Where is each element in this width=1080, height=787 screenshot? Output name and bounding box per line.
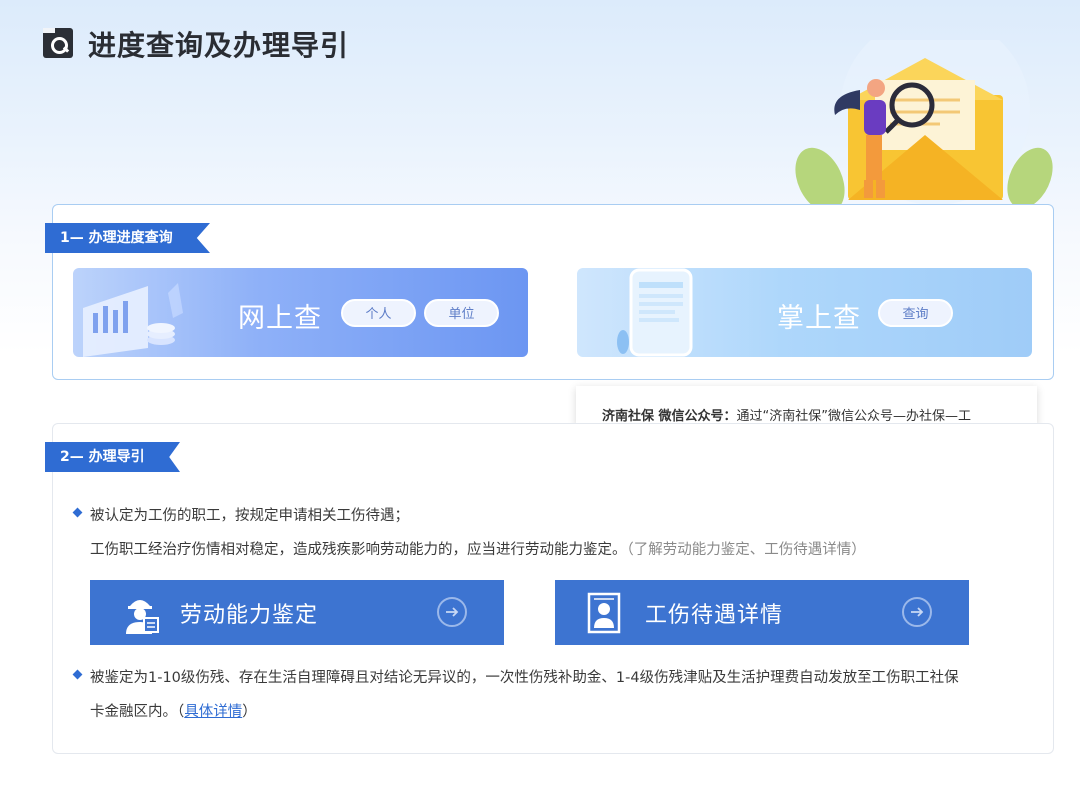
query-button[interactable]: 查询: [878, 299, 953, 327]
details-link[interactable]: 具体详情: [184, 704, 242, 720]
guide-text: ）: [242, 704, 257, 720]
page-title: 进度查询及办理导引: [88, 29, 350, 62]
guide-paragraph-1: 被认定为工伤的职工，按规定申请相关工伤待遇；: [90, 508, 409, 524]
section2-ribbon: 2— 办理导引: [45, 442, 180, 472]
guide-paragraph-4: 卡金融区内。（具体详情）: [90, 700, 257, 721]
worker-icon: [126, 600, 159, 634]
personal-button[interactable]: 个人: [341, 299, 416, 327]
guide-text: 工伤职工经治疗伤情相对稳定，造成残疾影响劳动能力的，应当进行劳动能力鉴定。: [90, 542, 627, 558]
ability-assessment-button[interactable]: 劳动能力鉴定: [90, 580, 504, 645]
dashboard-icon: [83, 283, 183, 357]
wechat-tooltip-text: 济南社保 微信公众号：通过“济南社保”微信公众号—办社保—工: [602, 405, 971, 424]
unit-button[interactable]: 单位: [424, 299, 499, 327]
search-document-icon: [43, 28, 73, 58]
arrow-right-icon: [902, 597, 932, 627]
online-query-title: 网上查: [238, 303, 322, 334]
ability-assessment-label: 劳动能力鉴定: [180, 603, 319, 628]
guide-paragraph-3: 被鉴定为1-10级伤残、存在生活自理障碍且对结论无异议的，一次性伤残补助金、1-…: [90, 670, 959, 686]
wechat-text: 通过“济南社保”微信公众号—办社保—工: [736, 409, 972, 424]
wechat-tooltip: 济南社保 微信公众号：通过“济南社保”微信公众号—办社保—工: [576, 386, 1037, 426]
injury-benefit-label: 工伤待遇详情: [645, 603, 784, 628]
section1-ribbon: 1— 办理进度查询: [45, 223, 210, 253]
guide-text: 卡金融区内。（: [90, 704, 185, 720]
online-query-banner[interactable]: 网上查 个人 单位: [73, 268, 528, 357]
mobile-query-title: 掌上查: [777, 303, 861, 334]
injury-benefit-button[interactable]: 工伤待遇详情: [555, 580, 969, 645]
certificate-icon: [587, 592, 621, 634]
phone-icon: [617, 268, 693, 357]
wechat-label: 济南社保 微信公众号：: [602, 409, 737, 424]
mobile-query-banner[interactable]: 掌上查 查询: [577, 268, 1032, 357]
guide-paragraph-2: 工伤职工经治疗伤情相对稳定，造成残疾影响劳动能力的，应当进行劳动能力鉴定。（了解…: [90, 538, 866, 559]
envelope-illustration: [795, 40, 1053, 210]
arrow-right-icon: [437, 597, 467, 627]
guide-note-link[interactable]: （了解劳动能力鉴定、工伤待遇详情）: [627, 542, 866, 558]
